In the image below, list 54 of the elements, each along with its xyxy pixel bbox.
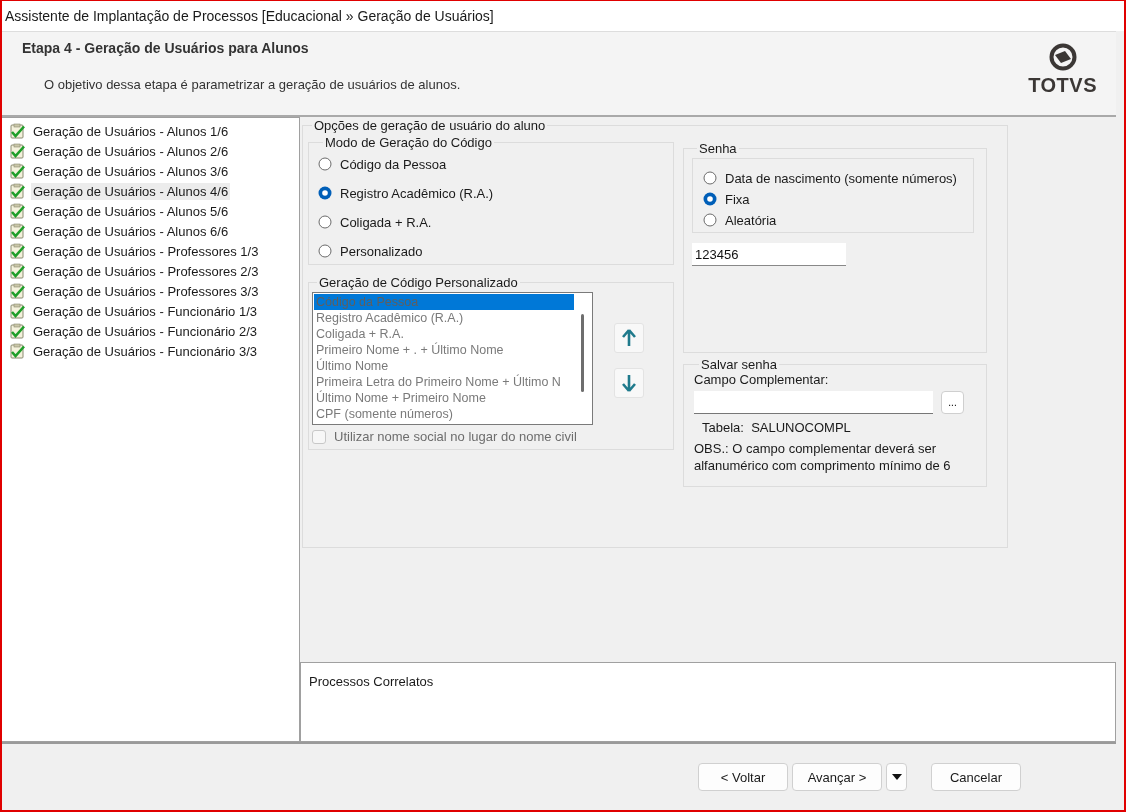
radio-label: Data de nascimento (somente números): [725, 170, 957, 186]
caret-icon: [891, 774, 902, 780]
step-item[interactable]: Geração de Usuários - Alunos 4/6: [31, 182, 231, 200]
group-title: Senha: [698, 141, 738, 156]
up-arrow-icon: [622, 329, 636, 347]
step-item[interactable]: Geração de Usuários - Alunos 2/6: [31, 142, 231, 160]
step-item[interactable]: Geração de Usuários - Funcionário 1/3: [31, 302, 259, 320]
radio-label: Aleatória: [725, 212, 777, 228]
step-item[interactable]: Geração de Usuários - Professores 3/3: [31, 282, 261, 300]
radio-button[interactable]: [318, 244, 332, 258]
radio-button[interactable]: [318, 157, 332, 171]
step-item[interactable]: Geração de Usuários - Alunos 5/6: [31, 202, 231, 220]
table-label: Tabela: SALUNOCOMPL: [702, 420, 852, 435]
radio-label: Coligada + R.A.: [340, 214, 432, 230]
radio-button[interactable]: [703, 171, 717, 185]
password-field[interactable]: 123456: [692, 243, 846, 266]
radio-button[interactable]: [318, 186, 332, 200]
window-title: Assistente de Implantação de Processos [Educacional » Geração de Usuários]: [5, 8, 494, 24]
radio-button[interactable]: [703, 213, 717, 227]
group-title: Modo de Geração do Código: [324, 135, 493, 150]
step-item[interactable]: Geração de Usuários - Professores 1/3: [31, 242, 261, 260]
browse-button[interactable]: ...: [941, 391, 964, 414]
radio-button[interactable]: [318, 215, 332, 229]
move-up-button[interactable]: [614, 323, 644, 353]
step-description: O objetivo dessa etapa é parametrizar a geração de usuários de alunos.: [44, 77, 462, 92]
group-title: Opções de geração de usuário do aluno: [313, 118, 547, 133]
down-arrow-icon: [622, 374, 636, 392]
step-item[interactable]: Geração de Usuários - Alunos 6/6: [31, 222, 231, 240]
wizard-button[interactable]: Cancelar: [931, 763, 1021, 791]
panel-title: Processos Correlatos: [309, 674, 434, 689]
radio-label: Fixa: [725, 191, 750, 207]
field-label: Campo Complementar:: [694, 372, 830, 387]
wizard-button[interactable]: Avançar >: [792, 763, 882, 791]
step-item[interactable]: Geração de Usuários - Funcionário 2/3: [31, 322, 259, 340]
note-text: OBS.: O campo complementar deverá ser alfanumérico com comprimento mínimo de 6: [694, 440, 952, 474]
radio-label: Registro Acadêmico (R.A.): [340, 185, 494, 201]
scrollbar-thumb[interactable]: [581, 314, 584, 392]
input-field[interactable]: [694, 391, 933, 414]
logo-icon: [1048, 43, 1077, 71]
radio-label: Código da Pessoa: [340, 156, 447, 172]
step-item[interactable]: Geração de Usuários - Alunos 3/6: [31, 162, 231, 180]
step-item[interactable]: Geração de Usuários - Professores 2/3: [31, 262, 261, 280]
radio-label: Personalizado: [340, 243, 423, 259]
move-down-button[interactable]: [614, 368, 644, 398]
step-title: Etapa 4 - Geração de Usuários para Alunos: [22, 40, 310, 56]
step-item[interactable]: Geração de Usuários - Alunos 1/6: [31, 122, 231, 140]
step-item[interactable]: Geração de Usuários - Funcionário 3/3: [31, 342, 259, 360]
wizard-button[interactable]: < Voltar: [698, 763, 788, 791]
radio-button[interactable]: [703, 192, 717, 206]
group-title: Geração de Código Personalizado: [318, 275, 519, 290]
checkbox-label: Utilizar nome social no lugar do nome civil: [334, 429, 577, 444]
logo-text: TOTVS: [1028, 74, 1097, 97]
group-title: Salvar senha: [700, 357, 778, 372]
dropdown-button[interactable]: [886, 763, 907, 791]
